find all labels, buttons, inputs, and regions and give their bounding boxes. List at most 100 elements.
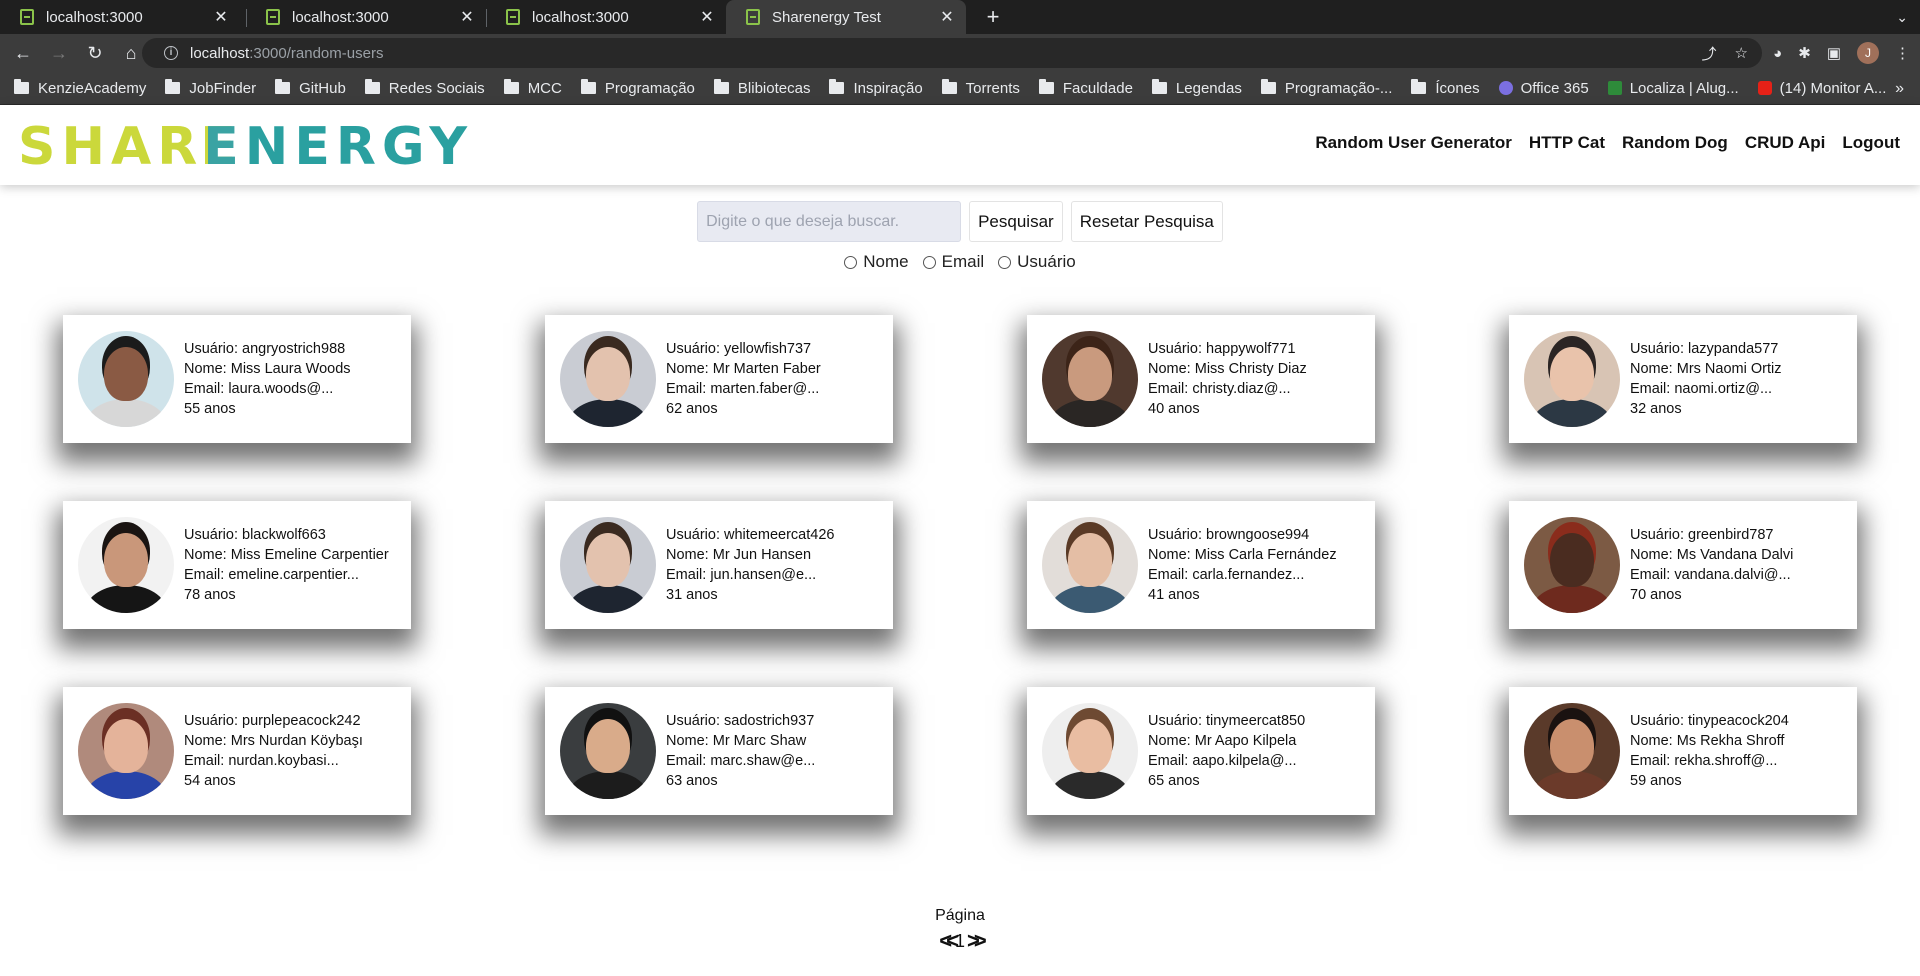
puzzle-extensions-icon[interactable]: ✱ xyxy=(1798,44,1811,62)
user-username: Usuário: blackwolf663 xyxy=(184,527,326,543)
avatar-shirt xyxy=(568,771,648,799)
bookmark-folder[interactable]: GitHub xyxy=(275,79,346,97)
user-name: Nome: Mrs Nurdan Köybaşı xyxy=(184,733,363,749)
search-input[interactable] xyxy=(697,201,962,242)
menu-kebab-icon[interactable]: ⋮ xyxy=(1895,44,1910,62)
bookmark-label: Ícones xyxy=(1435,79,1480,97)
user-avatar xyxy=(1042,703,1138,799)
bookmark-label: Programação xyxy=(604,79,695,97)
avatar-shirt xyxy=(1050,771,1130,799)
user-email: Email: emeline.carpentier... xyxy=(184,567,359,583)
tab-search-chevron-icon[interactable]: ⌄ xyxy=(1896,0,1908,34)
bookmark-label: Redes Sociais xyxy=(388,79,485,97)
app-favicon-icon xyxy=(506,9,520,25)
search-button[interactable]: Pesquisar xyxy=(969,201,1063,242)
bookmark-label: Torrents xyxy=(965,79,1020,97)
bookmark-link[interactable]: Localiza | Alug... xyxy=(1607,80,1739,97)
close-icon[interactable]: ✕ xyxy=(938,7,956,27)
bookmark-star-icon[interactable]: ☆ xyxy=(1735,44,1748,62)
user-name: Nome: Miss Laura Woods xyxy=(184,361,351,377)
new-tab-plus-icon[interactable]: + xyxy=(978,0,1008,34)
sharenergy-logo[interactable]: SHARENERGY xyxy=(18,117,473,177)
radio-button[interactable] xyxy=(844,255,858,269)
user-card: Usuário: angryostrich988 Nome: Miss Laura… xyxy=(63,315,411,443)
next-page-button[interactable]: >> xyxy=(967,928,987,954)
bookmark-label: Legendas xyxy=(1175,79,1242,97)
filter-email[interactable]: Email xyxy=(922,252,984,272)
user-info: Usuário: lazypanda577 Nome: Mrs Naomi Ort… xyxy=(1630,339,1781,419)
user-avatar xyxy=(1524,517,1620,613)
bookmark-folder[interactable]: JobFinder xyxy=(165,79,256,97)
more-bookmarks-chevron-icon[interactable]: » xyxy=(1895,72,1904,105)
user-card: Usuário: sadostrich937 Nome: Mr Marc Shaw… xyxy=(545,687,893,815)
extension-circle-icon[interactable]: ◕ xyxy=(1773,45,1782,62)
bookmark-folder[interactable]: Ícones xyxy=(1411,79,1480,97)
nav-http-cat[interactable]: HTTP Cat xyxy=(1529,133,1605,153)
bookmark-folder[interactable]: KenzieAcademy xyxy=(14,79,146,97)
bookmark-folder[interactable]: Inspiração xyxy=(829,79,923,97)
folder-icon xyxy=(580,79,596,94)
reset-search-button[interactable]: Resetar Pesquisa xyxy=(1070,201,1223,242)
user-age: 41 anos xyxy=(1148,587,1200,603)
radio-button[interactable] xyxy=(998,255,1012,269)
site-info-icon[interactable]: i xyxy=(164,46,178,60)
user-age: 63 anos xyxy=(666,773,718,789)
user-avatar xyxy=(560,331,656,427)
user-age: 40 anos xyxy=(1148,401,1200,417)
folder-icon xyxy=(165,79,181,94)
browser-tab[interactable]: localhost:3000 ✕ xyxy=(486,0,726,34)
bookmark-folder[interactable]: Faculdade xyxy=(1038,79,1133,97)
user-username: Usuário: purplepeacock242 xyxy=(184,713,361,729)
pagination-label: Página xyxy=(935,907,985,924)
user-email: Email: jun.hansen@e... xyxy=(666,567,817,583)
avatar-shirt xyxy=(86,585,166,613)
bookmark-link[interactable]: Office 365 xyxy=(1498,80,1589,97)
nav-random-dog[interactable]: Random Dog xyxy=(1622,133,1728,153)
side-panel-icon[interactable]: ▣ xyxy=(1827,44,1841,62)
nav-random-user-generator[interactable]: Random User Generator xyxy=(1315,133,1512,153)
user-email: Email: marc.shaw@e... xyxy=(666,753,816,769)
avatar-shirt xyxy=(1532,771,1612,799)
page-content: SHARENERGY Random User Generator HTTP Ca… xyxy=(0,105,1920,976)
browser-tab-active[interactable]: Sharenergy Test ✕ xyxy=(726,0,966,34)
user-name: Nome: Miss Christy Diaz xyxy=(1148,361,1307,377)
profile-avatar[interactable]: J xyxy=(1857,42,1879,64)
back-arrow-icon[interactable]: ← xyxy=(8,38,38,68)
bookmark-folder[interactable]: Programação-... xyxy=(1260,79,1392,97)
user-avatar xyxy=(78,703,174,799)
forward-arrow-icon[interactable]: → xyxy=(44,38,74,68)
prev-page-button[interactable]: << xyxy=(939,928,959,954)
avatar-face xyxy=(586,533,630,587)
user-email: Email: carla.fernandez... xyxy=(1148,567,1305,583)
nav-logout[interactable]: Logout xyxy=(1842,133,1900,153)
share-icon[interactable]: ⤴ xyxy=(1702,43,1717,64)
bookmark-folder[interactable]: Programação xyxy=(580,79,695,97)
user-username: Usuário: greenbird787 xyxy=(1630,527,1774,543)
bookmark-link[interactable]: (14) Monitor A... xyxy=(1757,80,1886,97)
browser-tab[interactable]: localhost:3000 ✕ xyxy=(246,0,486,34)
reload-icon[interactable]: ↻ xyxy=(80,38,110,68)
radio-button[interactable] xyxy=(922,255,936,269)
nav-crud-api[interactable]: CRUD Api xyxy=(1745,133,1826,153)
bookmark-folder[interactable]: Legendas xyxy=(1151,79,1242,97)
app-favicon-icon xyxy=(746,9,760,25)
browser-tab[interactable]: localhost:3000 ✕ xyxy=(0,0,240,34)
user-name: Nome: Mr Aapo Kilpela xyxy=(1148,733,1297,749)
close-icon[interactable]: ✕ xyxy=(698,7,716,27)
bookmark-folder[interactable]: Torrents xyxy=(941,79,1020,97)
bookmark-folder[interactable]: MCC xyxy=(503,79,562,97)
bookmark-folder[interactable]: Redes Sociais xyxy=(364,79,485,97)
user-username: Usuário: angryostrich988 xyxy=(184,341,346,357)
user-info: Usuário: happywolf771 Nome: Miss Christy … xyxy=(1148,339,1307,419)
filter-usuario[interactable]: Usuário xyxy=(998,252,1076,272)
close-icon[interactable]: ✕ xyxy=(458,7,476,27)
close-icon[interactable]: ✕ xyxy=(212,7,230,27)
user-username: Usuário: whitemeercat426 xyxy=(666,527,835,543)
avatar-face xyxy=(1550,533,1594,587)
filter-nome[interactable]: Nome xyxy=(844,252,909,272)
youtube-icon xyxy=(1757,81,1772,95)
avatar-face xyxy=(1550,719,1594,773)
address-bar[interactable]: i localhost:3000/random-users ⤴ ☆ xyxy=(142,38,1762,68)
pagination: Página << 1 >> xyxy=(0,907,1920,954)
bookmark-folder[interactable]: Blibiotecas xyxy=(713,79,810,97)
